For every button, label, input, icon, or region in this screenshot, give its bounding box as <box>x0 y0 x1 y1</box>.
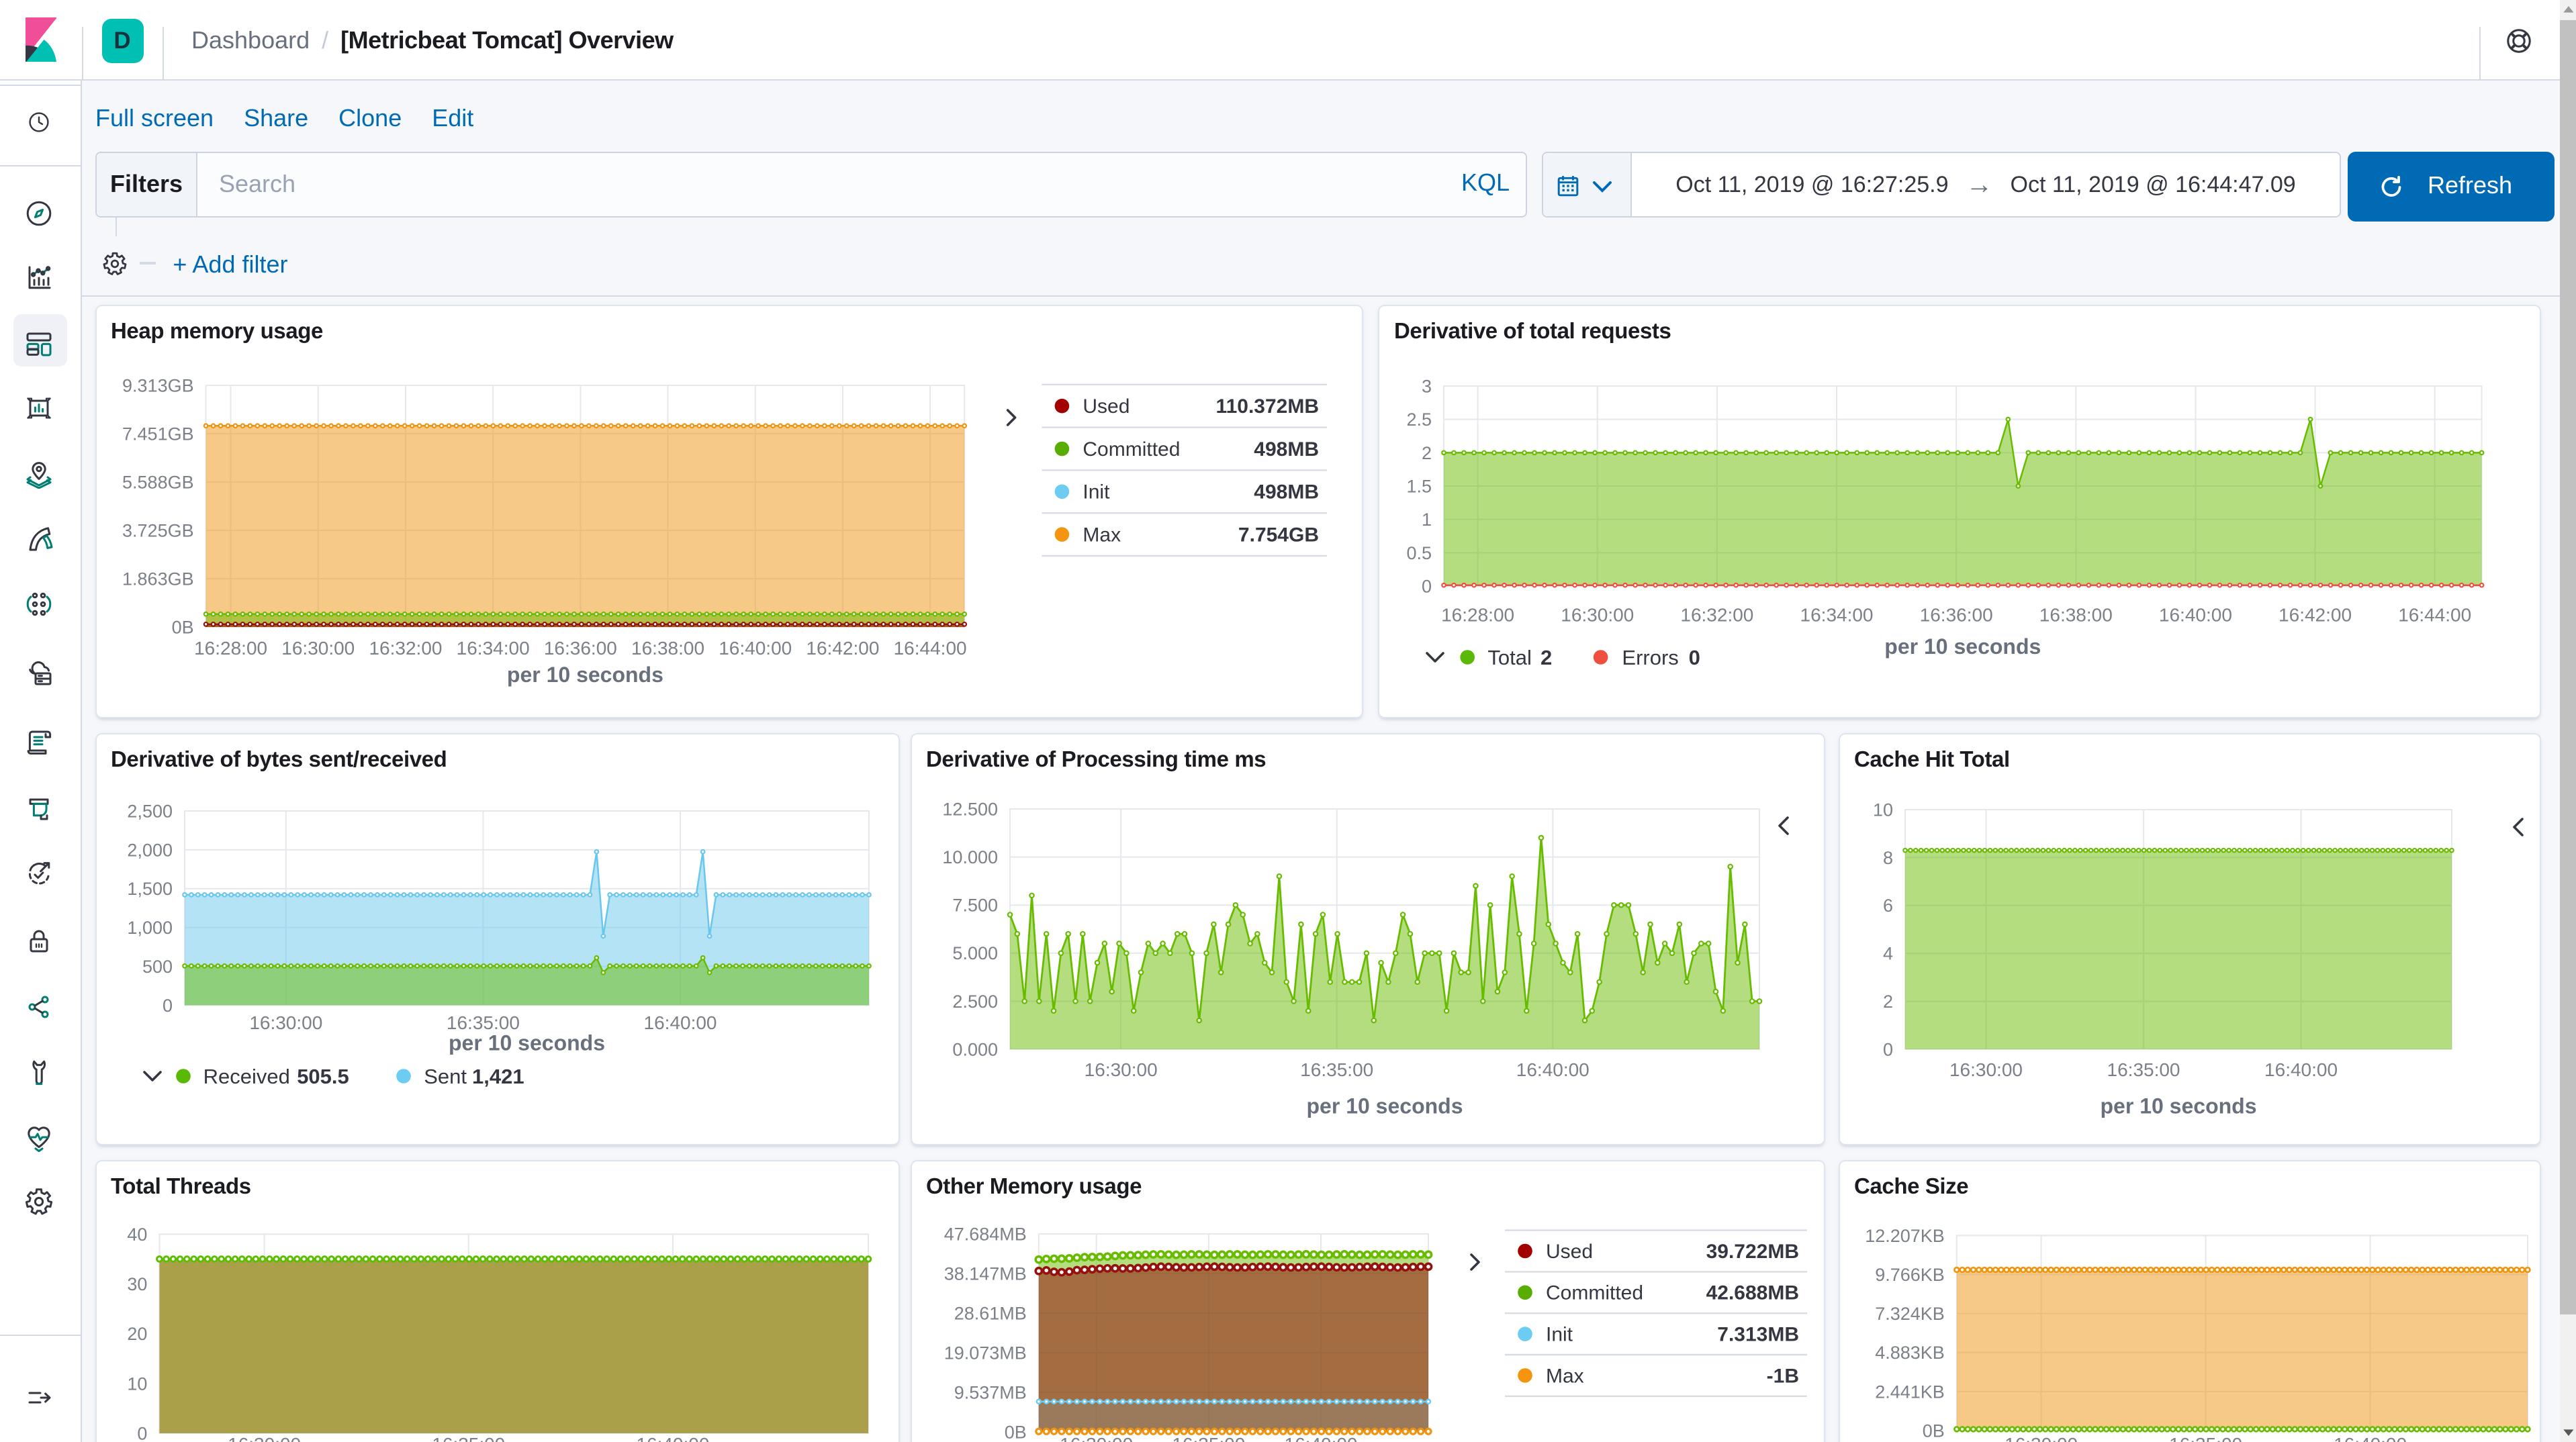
svg-text:16:44:00: 16:44:00 <box>2398 604 2471 625</box>
svg-text:20: 20 <box>126 1323 146 1343</box>
svg-text:-1B: -1B <box>1766 1364 1798 1386</box>
svg-text:7.324KB: 7.324KB <box>1874 1303 1944 1323</box>
svg-text:Sent: Sent <box>423 1065 466 1088</box>
svg-text:2.5: 2.5 <box>1406 410 1432 430</box>
svg-text:0: 0 <box>1422 576 1432 596</box>
svg-text:40: 40 <box>126 1224 146 1244</box>
svg-text:2: 2 <box>1882 991 1892 1011</box>
svg-text:Used: Used <box>1545 1240 1592 1262</box>
svg-text:6: 6 <box>1882 895 1892 915</box>
svg-text:16:35:00: 16:35:00 <box>446 1012 519 1032</box>
svg-text:1,421: 1,421 <box>471 1065 524 1088</box>
svg-text:0: 0 <box>136 1423 146 1442</box>
svg-text:10: 10 <box>126 1373 146 1393</box>
svg-text:12.500: 12.500 <box>941 798 997 818</box>
svg-text:16:35:00: 16:35:00 <box>2168 1433 2242 1442</box>
svg-text:0B: 0B <box>1922 1420 1944 1440</box>
svg-text:2.441KB: 2.441KB <box>1874 1381 1944 1401</box>
svg-text:16:30:00: 16:30:00 <box>1084 1059 1157 1079</box>
svg-text:12.207KB: 12.207KB <box>1864 1225 1944 1245</box>
svg-text:10.000: 10.000 <box>941 847 997 867</box>
svg-text:Errors: Errors <box>1622 645 1678 669</box>
svg-text:8: 8 <box>1882 847 1892 867</box>
svg-text:2,500: 2,500 <box>126 800 172 820</box>
svg-text:42.688MB: 42.688MB <box>1706 1282 1798 1304</box>
svg-text:16:30:00: 16:30:00 <box>2004 1433 2077 1442</box>
svg-text:Committed: Committed <box>1545 1282 1643 1304</box>
svg-text:0.5: 0.5 <box>1406 543 1432 563</box>
svg-text:16:42:00: 16:42:00 <box>2279 604 2352 625</box>
svg-text:5.000: 5.000 <box>952 943 997 963</box>
svg-text:110.372MB: 110.372MB <box>1215 395 1318 418</box>
svg-text:0: 0 <box>1689 645 1700 669</box>
svg-text:4: 4 <box>1882 943 1892 963</box>
svg-text:16:35:00: 16:35:00 <box>431 1433 504 1442</box>
svg-text:Used: Used <box>1082 395 1129 418</box>
svg-text:9.766KB: 9.766KB <box>1874 1264 1944 1284</box>
svg-text:2.500: 2.500 <box>952 991 997 1011</box>
svg-text:Init: Init <box>1545 1323 1573 1345</box>
svg-text:16:40:00: 16:40:00 <box>2333 1433 2406 1442</box>
svg-text:0.000: 0.000 <box>952 1039 997 1059</box>
svg-text:Max: Max <box>1545 1364 1583 1386</box>
svg-text:16:40:00: 16:40:00 <box>2264 1059 2337 1079</box>
svg-text:500: 500 <box>142 956 172 976</box>
svg-text:39.722MB: 39.722MB <box>1706 1240 1798 1262</box>
svg-text:4.883KB: 4.883KB <box>1874 1342 1944 1362</box>
svg-text:2: 2 <box>1540 645 1552 669</box>
svg-text:Init: Init <box>1082 481 1109 503</box>
svg-text:16:30:00: 16:30:00 <box>227 1433 300 1442</box>
svg-text:16:28:00: 16:28:00 <box>1441 604 1514 625</box>
svg-text:16:30:00: 16:30:00 <box>1561 604 1634 625</box>
svg-text:498MB: 498MB <box>1253 438 1318 461</box>
svg-text:1: 1 <box>1422 510 1432 530</box>
svg-text:1.5: 1.5 <box>1406 476 1432 496</box>
svg-text:16:36:00: 16:36:00 <box>1920 604 1993 625</box>
svg-text:1,500: 1,500 <box>126 878 172 898</box>
svg-text:16:40:00: 16:40:00 <box>643 1012 717 1032</box>
svg-text:16:30:00: 16:30:00 <box>1949 1059 2022 1079</box>
svg-text:16:40:00: 16:40:00 <box>2159 604 2232 625</box>
svg-text:30: 30 <box>126 1273 146 1294</box>
svg-text:per 10 seconds: per 10 seconds <box>1306 1093 1463 1117</box>
svg-text:16:35:00: 16:35:00 <box>2107 1059 2180 1079</box>
svg-text:16:38:00: 16:38:00 <box>2039 604 2113 625</box>
svg-text:16:40:00: 16:40:00 <box>1516 1059 1589 1079</box>
svg-text:1,000: 1,000 <box>126 917 172 937</box>
svg-text:3: 3 <box>1422 376 1432 396</box>
svg-text:Total: Total <box>1487 645 1531 669</box>
svg-text:7.754GB: 7.754GB <box>1238 524 1318 546</box>
svg-text:Committed: Committed <box>1082 438 1179 461</box>
svg-text:2: 2 <box>1422 443 1432 463</box>
svg-text:per 10 seconds: per 10 seconds <box>448 1030 604 1054</box>
svg-text:505.5: 505.5 <box>296 1065 349 1088</box>
svg-text:Max: Max <box>1082 524 1120 546</box>
svg-text:498MB: 498MB <box>1253 481 1318 503</box>
svg-text:16:30:00: 16:30:00 <box>248 1012 322 1032</box>
svg-text:0: 0 <box>1882 1039 1892 1059</box>
svg-text:7.313MB: 7.313MB <box>1716 1323 1798 1345</box>
svg-text:2,000: 2,000 <box>126 839 172 859</box>
svg-text:16:32:00: 16:32:00 <box>1680 604 1753 625</box>
svg-text:16:34:00: 16:34:00 <box>1800 604 1874 625</box>
svg-text:16:35:00: 16:35:00 <box>1299 1059 1373 1079</box>
svg-text:10: 10 <box>1872 799 1892 819</box>
svg-text:7.500: 7.500 <box>952 895 997 915</box>
svg-text:per 10 seconds: per 10 seconds <box>2100 1093 2256 1117</box>
svg-text:0: 0 <box>162 995 172 1015</box>
svg-text:Received: Received <box>203 1065 289 1088</box>
svg-text:16:40:00: 16:40:00 <box>635 1433 708 1442</box>
